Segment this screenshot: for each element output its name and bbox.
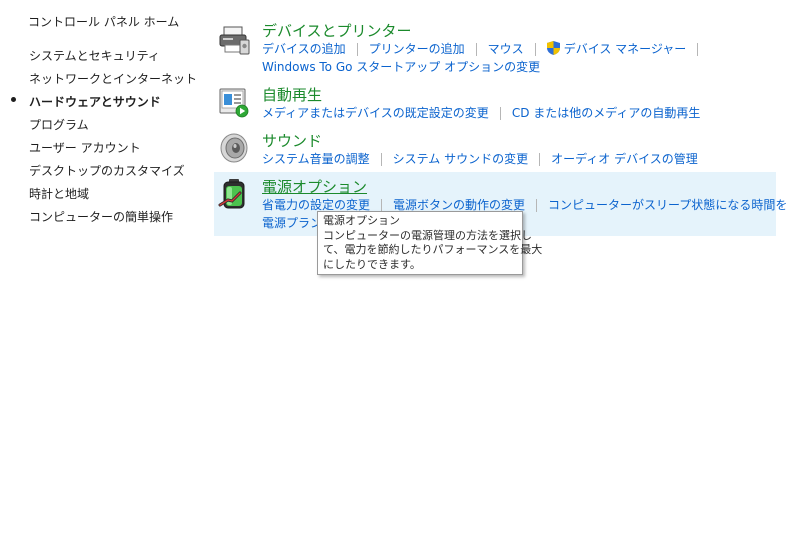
sidebar-item-network[interactable]: ネットワークとインターネット (29, 70, 197, 87)
tooltip-title: 電源オプション (323, 214, 400, 227)
tooltip-line: て、電力を節約したりパフォーマンスを最大 (323, 243, 543, 256)
devices-links-row2: Windows To Go スタートアップ オプションの変更 (262, 58, 540, 75)
link-separator (539, 153, 541, 166)
sidebar-item-user-accounts[interactable]: ユーザー アカウント (29, 139, 141, 156)
category-title-power[interactable]: 電源オプション (262, 176, 367, 197)
category-title-autoplay[interactable]: 自動再生 (262, 84, 322, 105)
add-device-link[interactable]: デバイスの追加 (262, 42, 346, 56)
category-sound: サウンド システム音量の調整 システム サウンドの変更 オーディオ デバイスの管理 (214, 126, 776, 170)
tooltip-line: にしたりできます。 (323, 257, 421, 271)
link-separator (499, 107, 501, 120)
autoplay-links-row: メディアまたはデバイスの既定設定の変更 CD または他のメディアの自動再生 (262, 104, 700, 121)
uac-shield-icon (546, 41, 560, 55)
link-separator (534, 43, 536, 56)
change-power-saving-link[interactable]: 省電力の設定の変更 (262, 198, 370, 212)
link-separator (536, 199, 538, 212)
change-media-defaults-link[interactable]: メディアまたはデバイスの既定設定の変更 (262, 106, 489, 120)
link-separator (697, 43, 699, 56)
sidebar-item-hardware-sound[interactable]: ハードウェアとサウンド (29, 93, 161, 110)
link-separator (380, 153, 382, 166)
sidebar-nav: コントロール パネル ホーム システムとセキュリティ ネットワークとインターネッ… (0, 0, 200, 547)
link-separator (356, 43, 358, 56)
tooltip-line: コンピューターの電源管理の方法を選択し (323, 228, 532, 242)
sidebar-home-link[interactable]: コントロール パネル ホーム (28, 13, 179, 30)
devices-links-row1: デバイスの追加 プリンターの追加 マウス デバイス マネージャー (262, 40, 709, 57)
battery-icon[interactable] (218, 178, 250, 210)
change-sounds-link[interactable]: システム サウンドの変更 (393, 152, 528, 166)
mouse-link[interactable]: マウス (488, 42, 524, 56)
printer-icon[interactable] (218, 24, 250, 56)
add-printer-link[interactable]: プリンターの追加 (369, 42, 465, 56)
adjust-volume-link[interactable]: システム音量の調整 (262, 152, 370, 166)
sidebar-item-system-security[interactable]: システムとセキュリティ (29, 47, 160, 64)
sidebar-item-clock-region[interactable]: 時計と地域 (29, 185, 89, 202)
windows-to-go-link[interactable]: Windows To Go スタートアップ オプションの変更 (262, 60, 540, 74)
change-power-buttons-link[interactable]: 電源ボタンの動作の変更 (393, 198, 525, 212)
active-bullet-icon (11, 97, 16, 102)
sound-links-row: システム音量の調整 システム サウンドの変更 オーディオ デバイスの管理 (262, 150, 698, 167)
link-separator (475, 43, 477, 56)
power-options-tooltip: 電源オプション コンピューターの電源管理の方法を選択し て、電力を節約したりパフ… (317, 211, 543, 275)
category-autoplay: 自動再生 メディアまたはデバイスの既定設定の変更 CD または他のメディアの自動再… (214, 80, 776, 124)
device-manager-link[interactable]: デバイス マネージャー (564, 42, 687, 56)
sidebar-item-programs[interactable]: プログラム (29, 116, 89, 133)
change-sleep-time-link[interactable]: コンピューターがスリープ状態になる時間を変更 (548, 198, 786, 212)
category-title-sound[interactable]: サウンド (262, 130, 322, 151)
autoplay-icon[interactable] (218, 86, 250, 118)
speaker-icon[interactable] (218, 132, 250, 164)
play-cd-automatically-link[interactable]: CD または他のメディアの自動再生 (512, 106, 701, 120)
category-devices-printers: デバイスとプリンター デバイスの追加 プリンターの追加 マウス デバイス マネージャー… (214, 16, 776, 76)
sidebar-item-ease-of-access[interactable]: コンピューターの簡単操作 (29, 208, 173, 225)
category-title-devices[interactable]: デバイスとプリンター (262, 20, 412, 41)
manage-audio-devices-link[interactable]: オーディオ デバイスの管理 (551, 152, 698, 166)
sidebar-item-desktop[interactable]: デスクトップのカスタマイズ (29, 162, 185, 179)
